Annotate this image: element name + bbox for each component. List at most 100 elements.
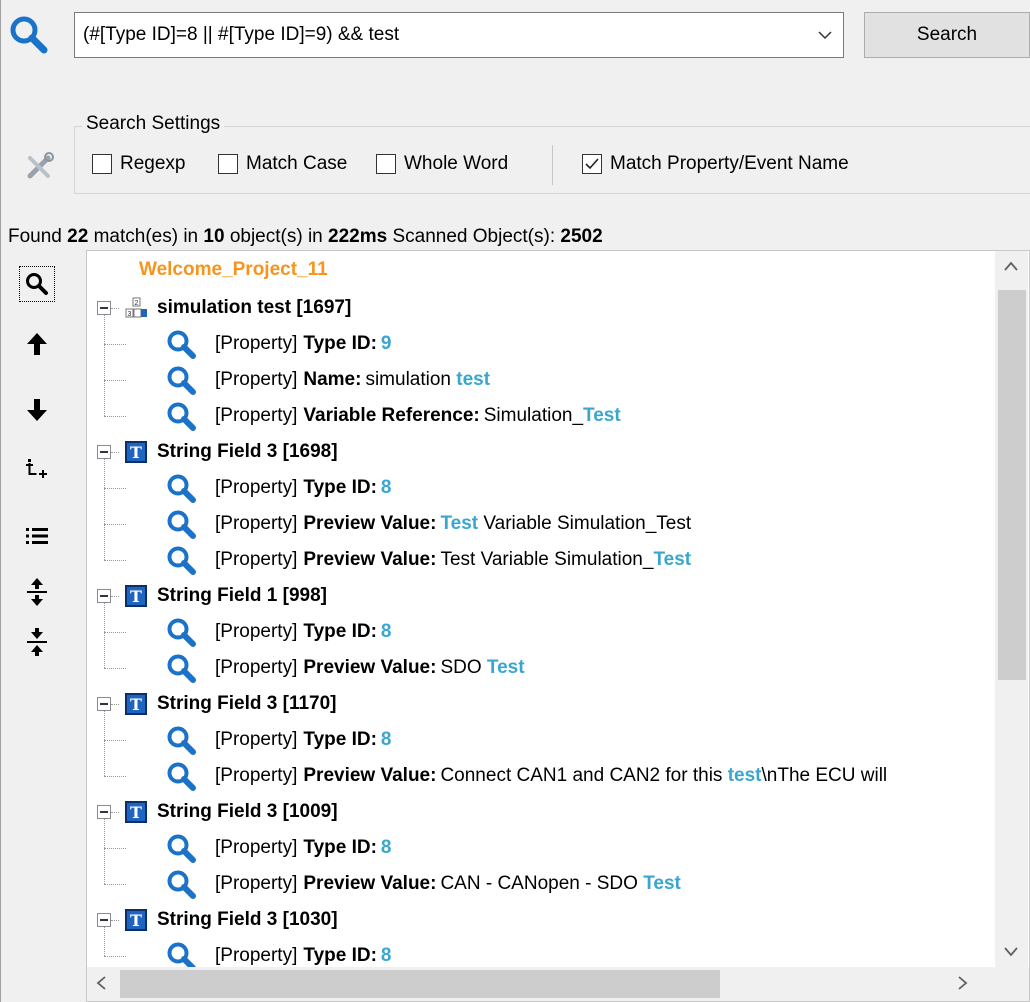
match-case-checkbox[interactable]: Match Case [218,151,347,177]
property-name: Preview Value: [303,513,437,534]
summary-found-text: Found [8,226,62,247]
tree-property-match[interactable]: [Property] Type ID: 8 [165,833,392,863]
search-match-icon [167,834,196,863]
scroll-up-arrow-icon[interactable] [1004,258,1018,276]
scroll-left-arrow-icon[interactable] [96,976,106,995]
text-field-icon: T [125,801,147,823]
property-value: 8 [381,477,392,499]
search-button[interactable]: Search [864,12,1030,58]
property-name: Preview Value: [303,549,437,570]
tree-property-match[interactable]: [Property] Type ID: 9 [165,329,392,359]
svg-text:T: T [130,695,142,714]
match-highlight: 8 [380,945,392,966]
tree-connector [104,344,126,345]
summary-object-count: 10 [203,226,225,247]
tree-property-match[interactable]: [Property] Name: simulation test [165,365,490,395]
regexp-label: Regexp [120,153,186,174]
collapse-toggle-icon[interactable] [97,697,111,711]
property-value: Test Variable Simulation_Test [440,513,691,535]
property-tag: [Property] [215,333,298,354]
tree-object-label: simulation test [1697] [157,297,352,318]
tree-object-node[interactable]: T String Field 1 [998] [125,581,327,611]
property-tag: [Property] [215,477,298,498]
collapse-all-button[interactable] [19,624,55,660]
search-match-icon [167,510,196,539]
property-name: Type ID: [303,621,377,642]
find-toolbar-button[interactable] [19,266,55,302]
tree-object-node[interactable]: 2 3 simulation test [1697] [125,293,351,323]
property-value: Simulation_Test [484,405,621,427]
expand-all-button[interactable] [19,574,55,610]
tree-connector [104,668,126,669]
property-tag: [Property] [215,549,298,570]
tree-property-match[interactable]: [Property] Preview Value: CAN - CANopen - … [165,869,681,899]
next-match-button[interactable] [19,392,55,428]
tree-object-node[interactable]: T String Field 3 [1698] [125,437,338,467]
scroll-down-arrow-icon[interactable] [1004,944,1018,962]
checkmark-icon [585,158,599,170]
scroll-right-arrow-icon[interactable] [958,976,968,995]
match-highlight: 8 [380,729,392,750]
tree-property-match[interactable]: [Property] Preview Value: Connect CAN1 and… [165,761,887,791]
collapse-toggle-icon[interactable] [97,805,111,819]
search-settings-legend: Search Settings [82,113,225,135]
whole-word-label: Whole Word [404,153,509,174]
tree-property-match[interactable]: [Property] Preview Value: Test Variable Si… [165,509,691,539]
tree-connector [104,884,126,885]
svg-text:T: T [130,443,142,462]
tree-property-match[interactable]: [Property] Type ID: 8 [165,617,392,647]
property-name: Variable Reference: [303,405,480,426]
checkbox-box[interactable] [92,154,112,174]
tree-object-node[interactable]: T String Field 3 [1009] [125,797,338,827]
checkbox-box[interactable] [376,154,396,174]
tree-connector [104,819,105,884]
match-property-name-checkbox[interactable]: Match Property/Event Name [582,151,849,177]
vertical-scrollbar-thumb[interactable] [998,290,1026,680]
collapse-toggle-icon[interactable] [97,913,111,927]
expand-selection-button[interactable] [19,452,55,488]
results-tree[interactable]: Welcome_Project_11 2 3 simulation test [169… [86,250,1030,1002]
summary-matches-text: match(es) in [93,226,199,247]
search-query-combobox[interactable] [74,12,844,58]
search-match-icon [167,366,196,395]
horizontal-scrollbar-thumb[interactable] [120,970,720,998]
text-field-icon: T [125,441,147,463]
previous-match-button[interactable] [19,326,55,362]
tree-connector [104,380,126,381]
tree-object-node[interactable]: T String Field 3 [1030] [125,905,338,935]
tree-object-label: String Field 3 [1030] [157,909,338,930]
tree-property-match[interactable]: [Property] Type ID: 8 [165,725,392,755]
tree-property-match[interactable]: [Property] Preview Value: SDO Test [165,653,525,683]
regexp-checkbox[interactable]: Regexp [92,151,186,177]
checkbox-box[interactable] [582,154,602,174]
tree-connector [104,416,126,417]
value-suffix: \nThe ECU will [761,765,888,786]
search-match-icon [167,546,196,575]
checkbox-box[interactable] [218,154,238,174]
collapse-toggle-icon[interactable] [97,445,111,459]
summary-scanned-text: Scanned Object(s): [392,226,556,247]
collapse-toggle-icon[interactable] [97,589,111,603]
collapse-toggle-icon[interactable] [97,301,111,315]
svg-text:2: 2 [135,300,139,307]
search-query-input[interactable] [83,13,803,57]
property-tag: [Property] [215,837,298,858]
match-highlight: Test [440,513,479,534]
value-prefix: Simulation_ [483,405,584,426]
value-suffix: Variable Simulation_Test [478,513,692,534]
tree-root-label: Welcome_Project_11 [139,259,328,280]
chevron-down-icon[interactable] [817,27,833,43]
property-value: CAN - CANopen - SDO Test [440,873,680,895]
property-tag: [Property] [215,657,298,678]
tree-property-match[interactable]: [Property] Preview Value: Test Variable Si… [165,545,691,575]
list-view-button[interactable] [19,518,55,554]
tree-connector [111,920,119,921]
tree-property-match[interactable]: [Property] Type ID: 8 [165,473,392,503]
text-field-icon: T [125,585,147,607]
tree-property-match[interactable]: [Property] Variable Reference: Simulation_… [165,401,621,431]
whole-word-checkbox[interactable]: Whole Word [376,151,508,177]
tree-object-node[interactable]: T String Field 3 [1170] [125,689,337,719]
tools-icon[interactable] [24,150,56,182]
tree-root-node[interactable]: Welcome_Project_11 [139,255,328,285]
svg-text:T: T [130,587,142,606]
